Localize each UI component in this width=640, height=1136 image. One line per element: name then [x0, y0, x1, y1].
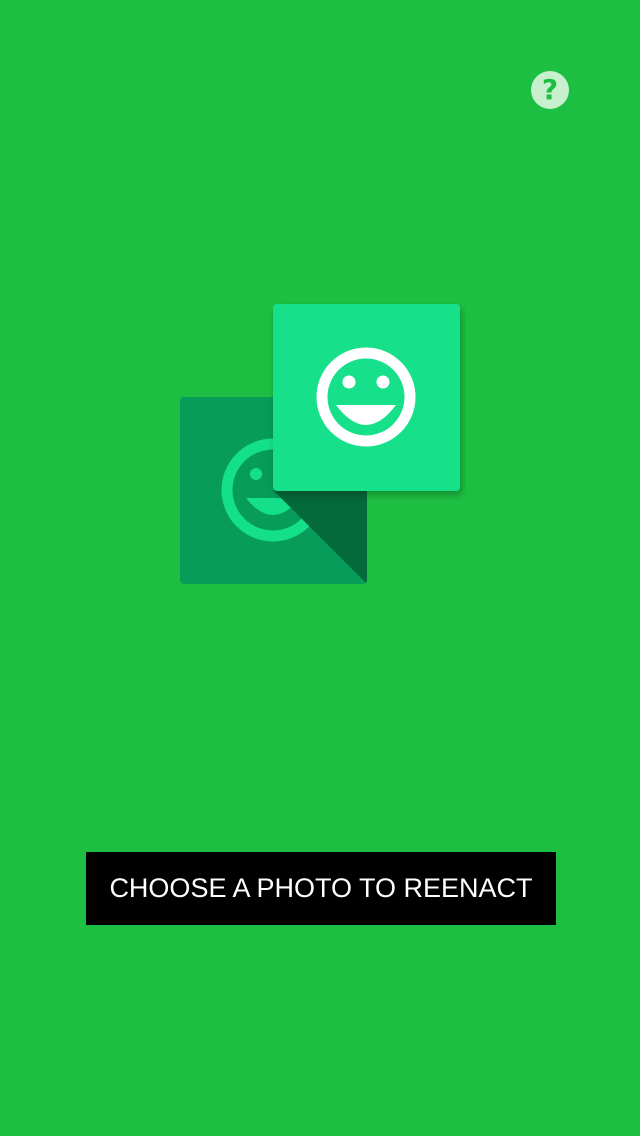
- question-mark-icon: ?: [541, 73, 559, 106]
- smiley-chat-bubbles-icon: [180, 304, 460, 584]
- app-screen: ? CHOOSE A PHOTO TO REENACT: [0, 0, 640, 1136]
- front-smiley-tile: [273, 304, 460, 491]
- app-logo: [176, 300, 466, 590]
- help-button[interactable]: ?: [531, 71, 569, 109]
- choose-photo-button[interactable]: CHOOSE A PHOTO TO REENACT: [86, 852, 556, 925]
